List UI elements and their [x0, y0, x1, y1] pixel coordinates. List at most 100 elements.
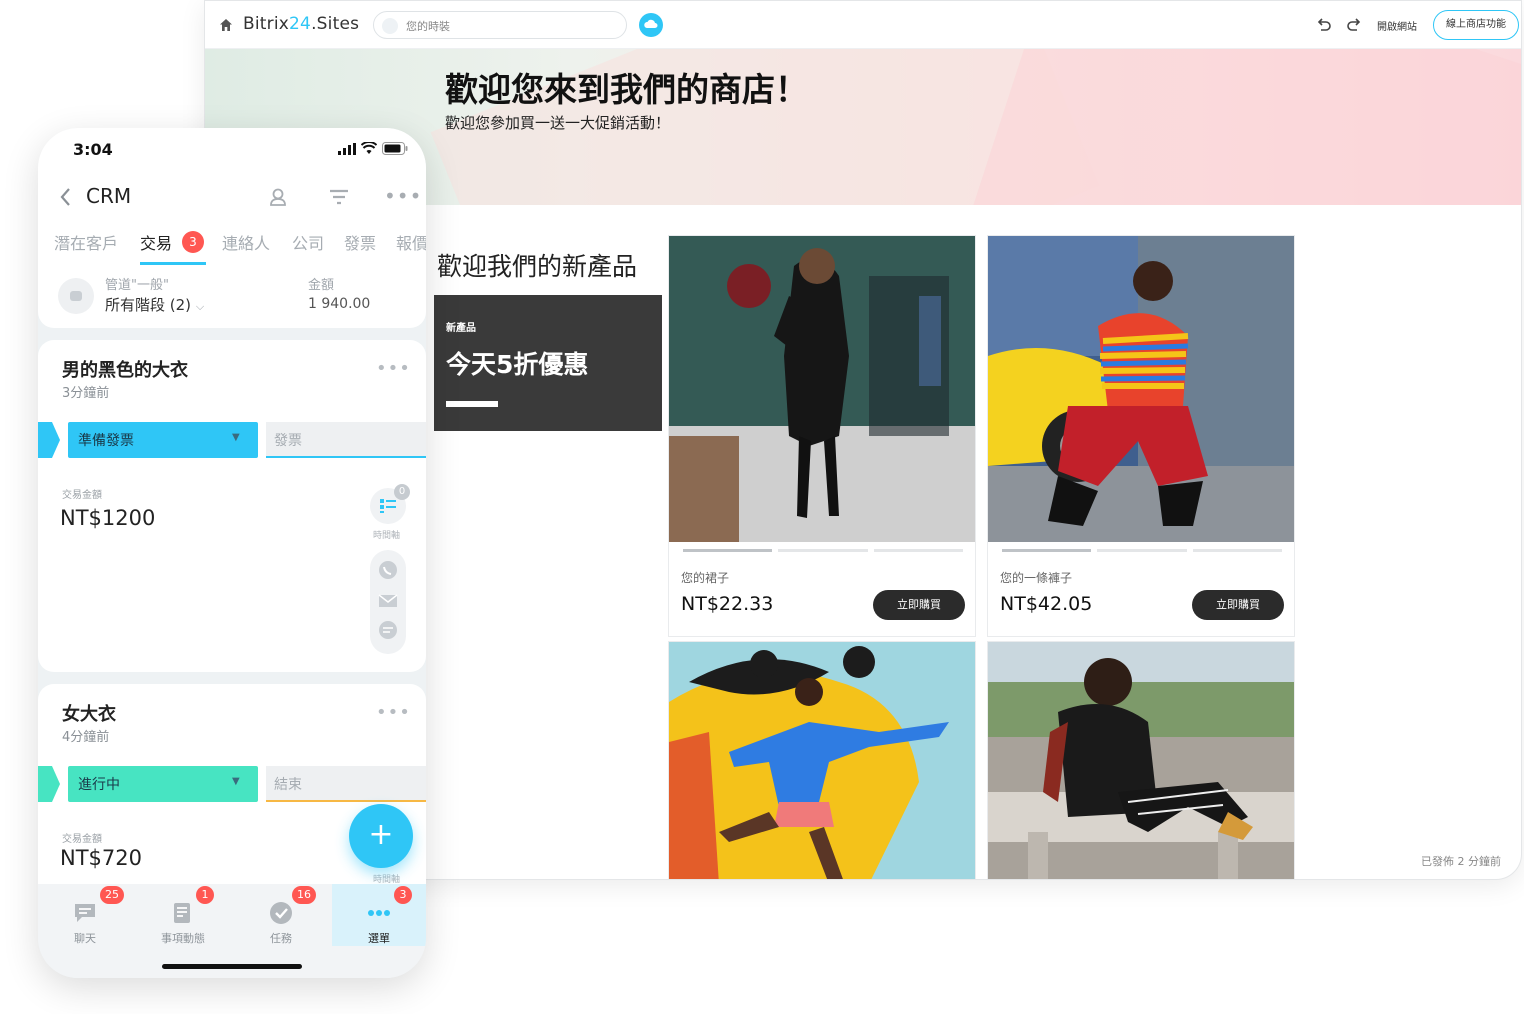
next-stage[interactable]: 結束	[266, 766, 426, 802]
new-products-heading: 歡迎我們的新產品	[437, 252, 638, 281]
tab-tasks[interactable]: 16 任務	[234, 884, 328, 946]
tab-leads[interactable]: 潛在客戶	[54, 230, 118, 254]
open-site-link[interactable]: 開啟網站	[1377, 18, 1417, 33]
chevron-down-icon: ⌵	[195, 300, 205, 313]
next-stage-label: 發票	[274, 433, 302, 449]
buy-now-button[interactable]: 立即購買	[873, 590, 965, 620]
caret-down-icon: ▼	[232, 776, 240, 787]
crm-nav-bar: CRM •••	[38, 172, 426, 222]
bottom-tab-bar: 25 聊天 1 事項動態 16 任務 3 選單	[38, 884, 426, 978]
deals-count-badge: 3	[182, 231, 204, 253]
site-address-field[interactable]: 您的時裝	[373, 11, 627, 39]
tab-menu[interactable]: 3 選單	[332, 884, 426, 946]
store-features-button[interactable]: 線上商店功能	[1433, 10, 1519, 40]
caret-down-icon: ▼	[232, 432, 240, 443]
tab-contacts[interactable]: 連絡人	[222, 230, 270, 254]
product-photo-skirt[interactable]	[669, 236, 975, 542]
pipeline-label: 管道"一般"	[105, 278, 169, 293]
active-tab-indicator	[140, 262, 206, 265]
pipeline-stage-value: 所有階段 (2)	[105, 296, 192, 314]
image-carousel-dots[interactable]	[1002, 549, 1282, 552]
tab-label: 任務	[270, 932, 292, 945]
timeline-label: 時間軸	[373, 531, 401, 541]
total-amount-label: 金額	[308, 278, 335, 293]
redo-icon[interactable]	[1345, 16, 1363, 34]
hero-title: 歡迎您來到我們的商店！	[445, 70, 808, 109]
tab-quotes[interactable]: 報價	[396, 230, 426, 254]
wifi-icon	[361, 142, 377, 154]
more-options-icon[interactable]: •••	[384, 186, 421, 208]
deal-card[interactable]: 女大衣 4分鐘前 ••• 進行中 ▼ 結束 交易金額 NT$720 時間軸	[38, 684, 426, 904]
chat-badge: 25	[100, 886, 124, 904]
email-icon[interactable]	[378, 594, 398, 607]
brand-prefix: Bitrix	[243, 14, 290, 34]
product-card[interactable]: 您的裙子 NT$22.33 立即購買	[668, 235, 976, 637]
battery-icon	[382, 142, 408, 155]
deal-time: 3分鐘前	[62, 386, 110, 401]
brand-number: 24	[289, 14, 312, 34]
cloud-icon[interactable]	[639, 13, 663, 37]
product-photo-sweater[interactable]	[669, 642, 975, 879]
pipeline-summary[interactable]: 管道"一般" 所有階段 (2) ⌵ 金額 1 940.00	[38, 266, 426, 328]
buy-now-button[interactable]: 立即購買	[1192, 590, 1284, 620]
home-icon[interactable]	[219, 18, 233, 32]
promo-text: 今天5折優惠	[446, 350, 589, 379]
product-card[interactable]: 您的一條褲子 NT$42.05 立即購買	[987, 235, 1295, 637]
brand-logo[interactable]: Bitrix24.Sites	[243, 14, 359, 34]
deal-stage-select[interactable]: 進行中 ▼	[68, 766, 258, 802]
tab-feed[interactable]: 1 事項動態	[136, 884, 230, 946]
deal-stage-label: 進行中	[78, 777, 120, 793]
tab-companies[interactable]: 公司	[292, 230, 324, 254]
newsfeed-icon	[174, 903, 190, 923]
chat-icon[interactable]	[379, 621, 397, 639]
deal-amount: NT$720	[60, 846, 142, 870]
back-chevron-icon[interactable]	[58, 186, 72, 208]
tab-deals[interactable]: 交易	[140, 230, 172, 254]
phone-icon[interactable]	[379, 561, 397, 579]
deal-more-icon[interactable]: •••	[376, 358, 411, 379]
image-carousel-dots[interactable]	[683, 549, 963, 552]
status-bar: 3:04	[38, 128, 426, 172]
next-stage[interactable]: 發票	[266, 422, 426, 458]
product-card[interactable]	[987, 641, 1295, 879]
signal-icon	[338, 143, 356, 155]
deal-stage-select[interactable]: 準備發票 ▼	[68, 422, 258, 458]
product-name: 您的一條褲子	[1000, 571, 1073, 585]
pipeline-icon	[58, 278, 94, 314]
site-toolbar: Bitrix24.Sites 您的時裝 開啟網站 線上商店功能	[205, 1, 1521, 49]
product-photo-jacket[interactable]	[988, 642, 1294, 879]
deal-card[interactable]: 男的黑色的大衣 3分鐘前 ••• 準備發票 ▼ 發票 交易金額 NT$1200 …	[38, 340, 426, 672]
tab-invoices[interactable]: 發票	[344, 230, 376, 254]
tab-label: 選單	[368, 932, 390, 945]
add-deal-button[interactable]: +	[349, 804, 413, 868]
stage-arrow-icon	[38, 422, 60, 458]
deal-stage-label: 準備發票	[78, 433, 134, 449]
product-price: NT$22.33	[681, 593, 774, 615]
promo-underline	[446, 401, 498, 407]
tab-label: 聊天	[74, 932, 96, 945]
undo-icon[interactable]	[1315, 16, 1333, 34]
product-card[interactable]	[668, 641, 976, 879]
timeline-count-badge: 0	[394, 484, 410, 500]
deal-amount-label: 交易金額	[62, 490, 102, 501]
feed-badge: 1	[196, 886, 214, 904]
hero-subtitle: 歡迎您參加買一送一大促銷活動！	[445, 114, 671, 132]
menu-dots-icon	[368, 910, 390, 916]
filter-icon[interactable]	[328, 187, 350, 207]
search-person-icon[interactable]	[268, 186, 290, 208]
promo-block[interactable]: 新產品 今天5折優惠	[434, 295, 662, 431]
timeline-button[interactable]: 0	[370, 484, 410, 524]
hero-decor-shape	[968, 49, 1521, 205]
deal-actions	[370, 550, 406, 654]
pipeline-stage-select[interactable]: 所有階段 (2) ⌵	[105, 294, 204, 315]
checkmark-icon	[270, 902, 292, 924]
clock: 3:04	[73, 140, 113, 159]
page-title: CRM	[86, 184, 132, 208]
brand-suffix: .Sites	[311, 14, 360, 34]
promo-tag: 新產品	[446, 323, 476, 334]
product-photo-pants[interactable]	[988, 236, 1294, 542]
deal-more-icon[interactable]: •••	[376, 702, 411, 723]
site-name-text: 您的時裝	[406, 20, 450, 33]
product-price: NT$42.05	[1000, 593, 1093, 615]
tab-chat[interactable]: 25 聊天	[38, 884, 132, 946]
